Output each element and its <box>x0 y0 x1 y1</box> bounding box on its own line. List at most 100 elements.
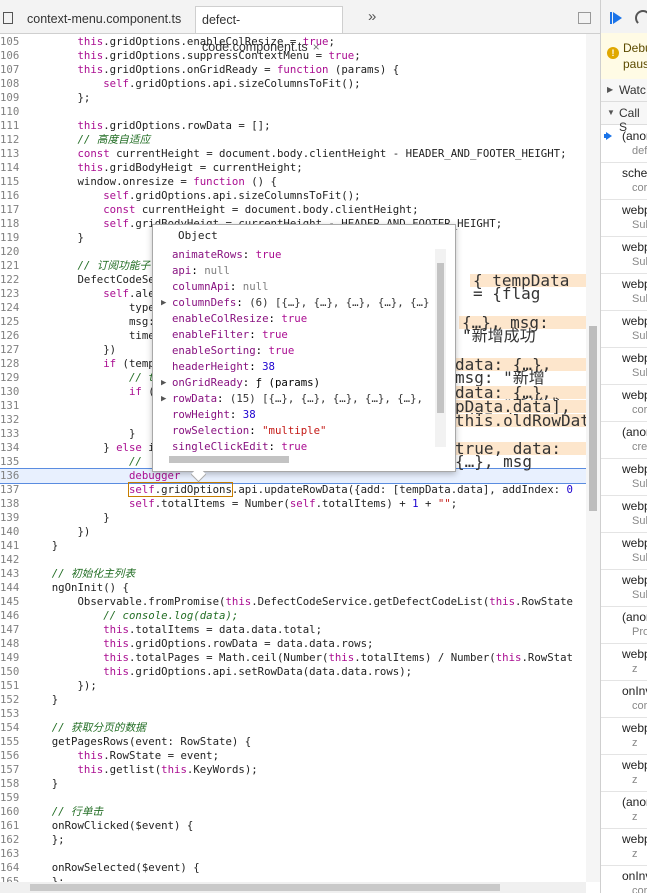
scroll-thumb[interactable] <box>30 884 500 891</box>
code-line[interactable]: 165 }; <box>0 875 586 882</box>
line-number[interactable]: 157 <box>0 763 19 777</box>
code-line[interactable]: 163 <box>0 847 586 861</box>
object-property[interactable]: columnApi: null <box>172 279 269 295</box>
line-number[interactable]: 128 <box>0 357 19 371</box>
line-number[interactable]: 112 <box>0 133 19 147</box>
line-number[interactable]: 159 <box>0 791 19 805</box>
code-line[interactable]: 153 <box>0 707 586 721</box>
line-number[interactable]: 113 <box>0 147 19 161</box>
line-number[interactable]: 132 <box>0 413 19 427</box>
code-line[interactable]: 114 this.gridBodyHeigt = currentHeight; <box>0 161 586 175</box>
call-frame[interactable]: webp Sul <box>601 273 647 311</box>
line-number[interactable]: 152 <box>0 693 19 707</box>
code-line[interactable]: 109 }; <box>0 91 586 105</box>
call-frame[interactable]: webp z <box>601 717 647 755</box>
editor-vertical-scrollbar[interactable] <box>586 34 600 882</box>
object-property[interactable]: headerHeight: 38 <box>172 359 275 375</box>
line-number[interactable]: 108 <box>0 77 19 91</box>
popover-vertical-scrollbar[interactable] <box>435 249 446 447</box>
line-number[interactable]: 142 <box>0 553 19 567</box>
code-line[interactable]: 143 // 初始化主列表 <box>0 567 586 581</box>
line-number[interactable]: 135 <box>0 455 19 469</box>
code-line[interactable]: 116 self.gridOptions.api.sizeColumnsToFi… <box>0 189 586 203</box>
call-frame[interactable]: webp Sul <box>601 310 647 348</box>
line-number[interactable]: 121 <box>0 259 19 273</box>
code-line[interactable]: 151 }); <box>0 679 586 693</box>
line-number[interactable]: 122 <box>0 273 19 287</box>
line-number[interactable]: 126 <box>0 329 19 343</box>
expand-arrow-icon[interactable]: ▶ <box>161 375 166 391</box>
call-frame[interactable]: (anon Pro <box>601 606 647 644</box>
object-property[interactable]: ▶ columnDefs: (6) [{…}, {…}, {…}, {…}, {…… <box>161 295 429 311</box>
call-frame[interactable]: webp Sul <box>601 569 647 607</box>
code-line[interactable]: 152 } <box>0 693 586 707</box>
editor-horizontal-scrollbar[interactable] <box>0 882 586 893</box>
code-line[interactable]: 144 ngOnInit() { <box>0 581 586 595</box>
code-line[interactable]: 150 this.gridOptions.api.setRowData(data… <box>0 665 586 679</box>
code-line[interactable]: 142 <box>0 553 586 567</box>
call-frame[interactable]: webp Sul <box>601 532 647 570</box>
line-number[interactable]: 124 <box>0 301 19 315</box>
call-frame[interactable]: webp Sul <box>601 199 647 237</box>
line-number[interactable]: 130 <box>0 385 19 399</box>
code-line[interactable]: 149 this.totalPages = Math.ceil(Number(t… <box>0 651 586 665</box>
line-number[interactable]: 136 <box>0 469 19 483</box>
call-frame[interactable]: sched cor <box>601 162 647 200</box>
line-number[interactable]: 146 <box>0 609 19 623</box>
call-frame[interactable]: webp Sul <box>601 495 647 533</box>
line-number[interactable]: 153 <box>0 707 19 721</box>
code-line[interactable]: 158 } <box>0 777 586 791</box>
object-property[interactable]: ▶ rowData: (15) [{…}, {…}, {…}, {…}, {…}, <box>161 391 423 407</box>
code-line[interactable]: 154 // 获取分页的数据 <box>0 721 586 735</box>
line-number[interactable]: 144 <box>0 581 19 595</box>
line-number[interactable]: 107 <box>0 63 19 77</box>
line-number[interactable]: 110 <box>0 105 19 119</box>
line-number[interactable]: 150 <box>0 665 19 679</box>
line-number[interactable]: 147 <box>0 623 19 637</box>
line-number[interactable]: 148 <box>0 637 19 651</box>
code-line[interactable]: 141 } <box>0 539 586 553</box>
line-number[interactable]: 118 <box>0 217 19 231</box>
code-line[interactable]: 112 // 高度自适应 <box>0 133 586 147</box>
object-property[interactable]: rowHeight: 38 <box>172 407 256 423</box>
line-number[interactable]: 131 <box>0 399 19 413</box>
line-number[interactable]: 111 <box>0 119 19 133</box>
code-line[interactable]: 161 onRowClicked($event) { <box>0 819 586 833</box>
object-property[interactable]: animateRows: true <box>172 247 281 263</box>
code-line[interactable]: 145 Observable.fromPromise(this.DefectCo… <box>0 595 586 609</box>
call-frame[interactable]: webp z <box>601 643 647 681</box>
resume-icon[interactable] <box>610 12 612 24</box>
popover-horizontal-scrollbar[interactable] <box>157 453 433 464</box>
line-number[interactable]: 116 <box>0 189 19 203</box>
line-number[interactable]: 154 <box>0 721 19 735</box>
code-line[interactable]: 107 this.gridOptions.onGridReady = funct… <box>0 63 586 77</box>
code-line[interactable]: 113 const currentHeight = document.body.… <box>0 147 586 161</box>
object-property[interactable]: enableColResize: true <box>172 311 307 327</box>
call-frame[interactable]: (anon z <box>601 791 647 829</box>
code-line[interactable]: 105 this.gridOptions.enableColResize = t… <box>0 35 586 49</box>
code-line[interactable]: 146 // console.log(data); <box>0 609 586 623</box>
line-number[interactable]: 165 <box>0 875 19 882</box>
line-number[interactable]: 151 <box>0 679 19 693</box>
callstack-section-header[interactable]: ▼ Call S <box>601 102 647 134</box>
resume-icon[interactable] <box>613 12 622 24</box>
code-line[interactable]: 137 self.gridOptions.api.updateRowData({… <box>0 482 586 497</box>
line-number[interactable]: 145 <box>0 595 19 609</box>
tab-context-menu[interactable]: context-menu.component.ts <box>27 6 181 33</box>
code-line[interactable]: 139 } <box>0 511 586 525</box>
line-number[interactable]: 123 <box>0 287 19 301</box>
debugger-toggle-icon[interactable] <box>578 12 591 24</box>
code-line[interactable]: 159 <box>0 791 586 805</box>
scroll-thumb[interactable] <box>437 263 444 413</box>
line-number[interactable]: 160 <box>0 805 19 819</box>
code-line[interactable]: 140 }) <box>0 525 586 539</box>
call-frame[interactable]: onInv cor <box>601 865 647 893</box>
scroll-thumb[interactable] <box>589 326 597 511</box>
call-frame[interactable]: webp Sul <box>601 347 647 385</box>
code-line[interactable]: 148 this.gridOptions.rowData = data.data… <box>0 637 586 651</box>
call-frame[interactable]: webp z <box>601 754 647 792</box>
line-number[interactable]: 133 <box>0 427 19 441</box>
line-number[interactable]: 138 <box>0 497 19 511</box>
code-line[interactable]: 106 this.gridOptions.suppressContextMenu… <box>0 49 586 63</box>
call-frame[interactable]: webp cor <box>601 384 647 422</box>
